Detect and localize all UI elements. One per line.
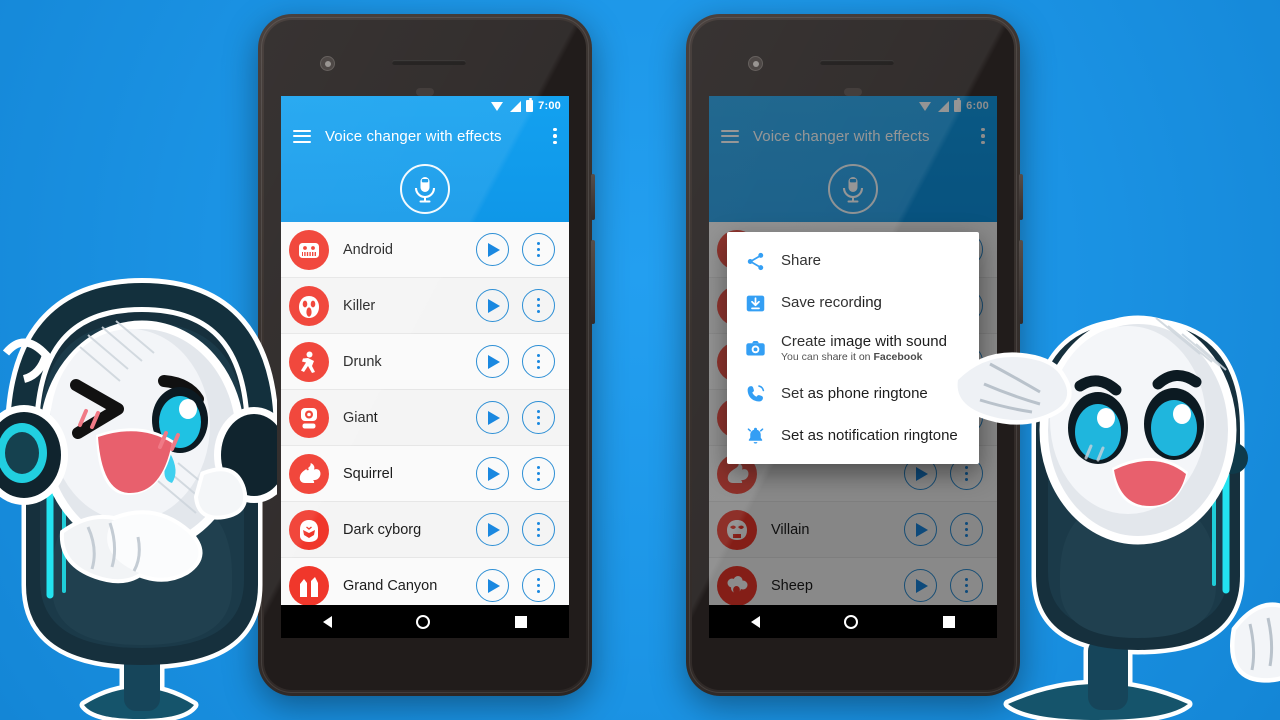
effect-name: Giant: [343, 409, 378, 426]
effects-list-left[interactable]: Android Killer Drunk Giant Squirrel Dark…: [281, 222, 569, 614]
app-title: Voice changer with effects: [325, 127, 502, 145]
menu-item-notification-ringtone[interactable]: Set as notification ringtone: [727, 414, 979, 456]
context-menu[interactable]: Share Save recording Create image with s…: [727, 232, 979, 465]
menu-item-share[interactable]: Share: [727, 240, 979, 282]
wifi-icon: [491, 101, 504, 111]
signal-icon: [509, 100, 522, 112]
table-row[interactable]: Dark cyborg: [281, 502, 569, 558]
waving-microphone-mascot: [950, 300, 1280, 720]
play-icon[interactable]: [476, 233, 509, 266]
giant-head-icon: [289, 397, 329, 438]
overflow-menu-icon[interactable]: [553, 127, 557, 145]
menu-item-label: Set as notification ringtone: [781, 426, 958, 444]
hamburger-menu-icon[interactable]: [293, 129, 311, 143]
effect-name: Android: [343, 241, 393, 258]
play-icon[interactable]: [476, 457, 509, 490]
menu-item-phone-ringtone[interactable]: Set as phone ringtone: [727, 372, 979, 414]
effect-name: Killer: [343, 297, 376, 314]
home-circle-icon[interactable]: [844, 614, 859, 629]
overflow-menu-icon[interactable]: [522, 569, 555, 602]
effect-name: Dark cyborg: [343, 521, 422, 538]
phone-left-screen: 7:00 Voice changer with effects Android …: [281, 96, 569, 638]
power-button[interactable]: [591, 174, 595, 220]
android-nav-bar-left: [281, 605, 569, 638]
phone-ringing-icon: [743, 381, 767, 405]
menu-item-label: Share: [781, 252, 822, 270]
battery-icon: [526, 98, 534, 112]
overflow-menu-icon[interactable]: [522, 513, 555, 546]
play-icon[interactable]: [476, 345, 509, 378]
back-triangle-icon[interactable]: [751, 615, 761, 628]
play-icon[interactable]: [476, 289, 509, 322]
menu-item-subtitle: You can share it on Facebook: [781, 351, 923, 364]
front-camera-icon: [748, 56, 763, 71]
menu-item-label: Create image with sound: [781, 333, 947, 350]
recents-square-icon[interactable]: [514, 615, 527, 628]
overflow-menu-icon[interactable]: [522, 401, 555, 434]
phone-left: 7:00 Voice changer with effects Android …: [258, 14, 595, 696]
robot-face-icon: [289, 229, 329, 270]
power-button[interactable]: [1019, 174, 1023, 220]
status-time: 7:00: [538, 100, 561, 112]
record-button-zone: [281, 156, 569, 222]
camera-icon: [743, 336, 767, 360]
table-row[interactable]: Android: [281, 222, 569, 278]
menu-item-create-image[interactable]: Create image with sound You can share it…: [727, 324, 979, 372]
menu-item-label: Set as phone ringtone: [781, 384, 928, 402]
overflow-menu-icon[interactable]: [522, 345, 555, 378]
app-header: 7:00 Voice changer with effects: [281, 96, 569, 222]
effect-name: Squirrel: [343, 465, 393, 482]
status-bar-left: 7:00: [281, 96, 569, 116]
save-download-icon: [743, 291, 767, 315]
effect-name: Grand Canyon: [343, 577, 438, 594]
earpiece: [820, 60, 894, 65]
cyborg-helmet-icon: [289, 509, 329, 550]
squirrel-icon: [289, 453, 329, 494]
table-row[interactable]: Squirrel: [281, 446, 569, 502]
front-camera-icon: [320, 56, 335, 71]
winking-microphone-mascot: [0, 275, 294, 720]
menu-item-save-recording[interactable]: Save recording: [727, 282, 979, 324]
scream-mask-icon: [289, 285, 329, 326]
proximity-sensor: [844, 88, 862, 96]
proximity-sensor: [416, 88, 434, 96]
phone-body: 7:00 Voice changer with effects Android …: [264, 20, 586, 690]
canyon-icon: [289, 565, 329, 606]
share-icon: [743, 249, 767, 273]
play-icon[interactable]: [476, 513, 509, 546]
earpiece: [392, 60, 466, 65]
overflow-menu-icon[interactable]: [522, 289, 555, 322]
table-row[interactable]: Giant: [281, 390, 569, 446]
effect-name: Drunk: [343, 353, 382, 370]
volume-button[interactable]: [591, 240, 595, 324]
overflow-menu-icon[interactable]: [522, 457, 555, 490]
overflow-menu-icon[interactable]: [522, 233, 555, 266]
bell-icon: [743, 423, 767, 447]
stumbling-person-icon: [289, 341, 329, 382]
play-icon[interactable]: [476, 401, 509, 434]
app-bar-left: Voice changer with effects: [281, 116, 569, 156]
table-row[interactable]: Killer: [281, 278, 569, 334]
home-circle-icon[interactable]: [416, 614, 431, 629]
play-icon[interactable]: [476, 569, 509, 602]
table-row[interactable]: Drunk: [281, 334, 569, 390]
menu-item-label: Save recording: [781, 294, 882, 312]
back-triangle-icon[interactable]: [323, 615, 333, 628]
microphone-icon[interactable]: [400, 164, 450, 214]
